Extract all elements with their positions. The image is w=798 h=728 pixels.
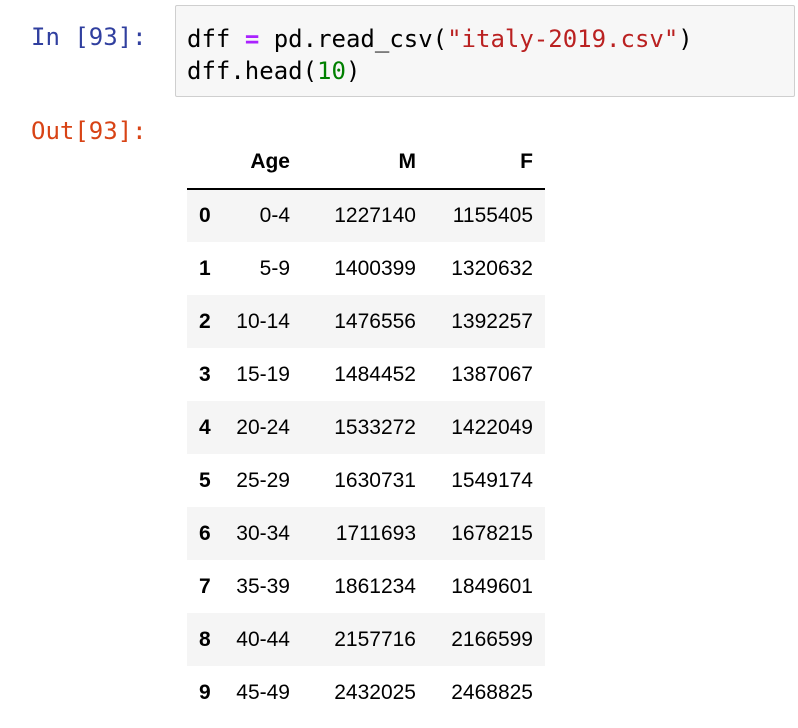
age-cell: 40-44 bbox=[236, 627, 290, 651]
table-row: 9 45-49 2432025 2468825 bbox=[187, 666, 545, 719]
m-cell: 2157716 bbox=[334, 627, 416, 651]
code-token-number: 10 bbox=[317, 57, 346, 85]
input-prompt: In [93]: bbox=[31, 23, 147, 51]
table-row: 6 30-34 1711693 1678215 bbox=[187, 507, 545, 560]
table-row: 0 0-4 1227140 1155405 bbox=[187, 189, 545, 242]
table-row: 8 40-44 2157716 2166599 bbox=[187, 613, 545, 666]
code-token-var: dff bbox=[187, 25, 231, 53]
m-cell: 1711693 bbox=[335, 521, 416, 545]
age-cell: 0-4 bbox=[259, 204, 290, 227]
row-index: 2 bbox=[199, 309, 211, 333]
age-cell: 15-19 bbox=[236, 362, 290, 386]
table-row: 7 35-39 1861234 1849601 bbox=[187, 560, 545, 613]
row-index: 3 bbox=[199, 362, 211, 386]
table-row: 3 15-19 1484452 1387067 bbox=[187, 348, 545, 401]
f-cell: 2468825 bbox=[451, 680, 533, 704]
f-cell: 1392257 bbox=[451, 309, 533, 333]
f-cell: 1849601 bbox=[451, 574, 533, 598]
f-cell: 1549174 bbox=[451, 468, 533, 492]
code-line-1: dff = pd.read_csv("italy-2019.csv") bbox=[187, 25, 693, 53]
f-column-header: F bbox=[419, 136, 545, 190]
age-cell: 5-9 bbox=[259, 256, 290, 280]
age-cell: 20-24 bbox=[236, 415, 290, 439]
m-column-header: M bbox=[300, 136, 419, 190]
code-token-close-paren: ) bbox=[678, 25, 693, 53]
row-index: 4 bbox=[199, 415, 211, 439]
age-cell: 10-14 bbox=[236, 309, 290, 333]
code-token-operator: = bbox=[244, 25, 260, 53]
code-token-close-paren: ) bbox=[345, 57, 361, 85]
code-token-call: dff.head( bbox=[187, 57, 318, 85]
m-cell: 1861234 bbox=[334, 574, 416, 598]
table-row: 1 5-9 1400399 1320632 bbox=[187, 242, 545, 295]
f-cell: 1320632 bbox=[451, 256, 533, 280]
row-index: 7 bbox=[199, 574, 211, 598]
age-cell: 45-49 bbox=[236, 680, 290, 704]
f-cell: 1678215 bbox=[451, 521, 533, 545]
m-cell: 2432025 bbox=[334, 680, 416, 704]
output-prompt: Out[93]: bbox=[31, 117, 147, 145]
row-index: 6 bbox=[199, 521, 211, 545]
table-row: 5 25-29 1630731 1549174 bbox=[187, 454, 545, 507]
code-token-call: pd.read_csv( bbox=[273, 25, 448, 53]
row-index: 8 bbox=[199, 627, 211, 651]
m-cell: 1484452 bbox=[334, 362, 416, 386]
index-column-header bbox=[187, 136, 214, 190]
m-cell: 1227140 bbox=[334, 204, 416, 227]
dataframe-table: Age M F 0 0-4 1227140 1155405 1 5-9 1400… bbox=[187, 136, 545, 719]
table-row: 4 20-24 1533272 1422049 bbox=[187, 401, 545, 454]
notebook-page: In [93]: dff = pd.read_csv("italy-2019.c… bbox=[0, 0, 798, 728]
age-cell: 30-34 bbox=[236, 521, 290, 545]
table-row: 2 10-14 1476556 1392257 bbox=[187, 295, 545, 348]
m-cell: 1630731 bbox=[334, 468, 416, 492]
m-cell: 1476556 bbox=[334, 309, 416, 333]
code-cell-editor[interactable]: dff = pd.read_csv("italy-2019.csv") dff.… bbox=[175, 5, 795, 97]
code-token-string: "italy-2019.csv" bbox=[447, 25, 679, 53]
m-cell: 1533272 bbox=[334, 415, 416, 439]
f-cell: 2166599 bbox=[451, 627, 533, 651]
table-header-row: Age M F bbox=[187, 136, 545, 190]
row-index: 0 bbox=[199, 204, 211, 227]
age-column-header: Age bbox=[214, 136, 300, 190]
m-cell: 1400399 bbox=[334, 256, 416, 280]
row-index: 1 bbox=[199, 256, 211, 280]
code-line-2: dff.head(10) bbox=[187, 57, 360, 85]
age-cell: 25-29 bbox=[236, 468, 290, 492]
table-body: 0 0-4 1227140 1155405 1 5-9 1400399 1320… bbox=[187, 189, 545, 719]
f-cell: 1387067 bbox=[451, 362, 533, 386]
row-index: 5 bbox=[199, 468, 211, 492]
age-cell: 35-39 bbox=[236, 574, 290, 598]
f-cell: 1155405 bbox=[452, 204, 533, 227]
f-cell: 1422049 bbox=[451, 415, 533, 439]
row-index: 9 bbox=[199, 680, 211, 704]
